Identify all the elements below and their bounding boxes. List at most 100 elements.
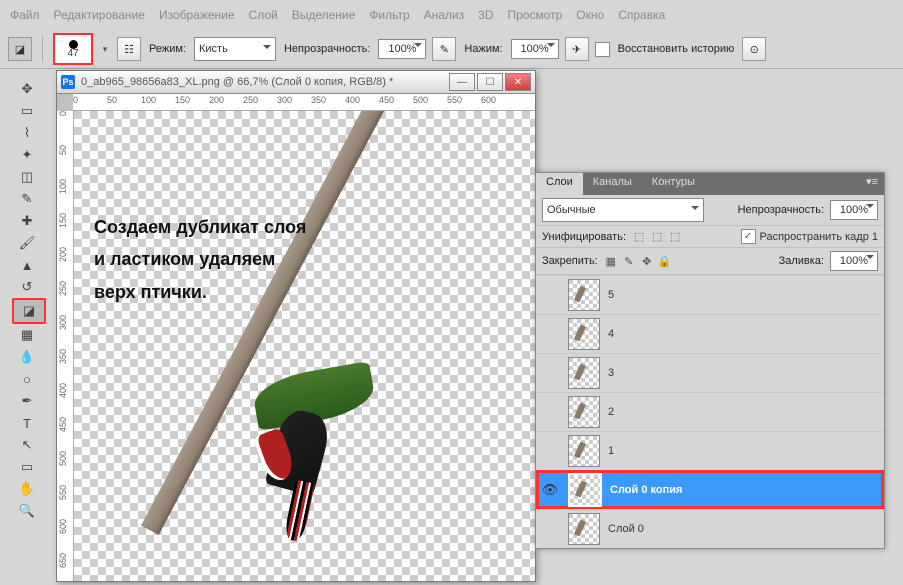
gradient-tool-icon[interactable]: ▦ — [12, 324, 42, 346]
mode-select[interactable]: Кисть — [194, 37, 276, 61]
menu-file[interactable]: Файл — [10, 8, 40, 22]
eyedropper-tool-icon[interactable]: ✎ — [12, 188, 42, 210]
layer-row[interactable]: 3 — [536, 353, 884, 392]
visibility-eye-icon[interactable]: 👁 — [540, 482, 560, 498]
pressure-opacity-icon[interactable]: ✎ — [432, 37, 456, 61]
flow-field[interactable]: 100% — [511, 39, 559, 59]
bird-graphic — [254, 401, 344, 541]
minimize-button[interactable]: — — [449, 73, 475, 91]
fill-field[interactable]: 100% — [830, 251, 878, 271]
menu-image[interactable]: Изображение — [159, 8, 235, 22]
pen-tool-icon[interactable]: ✒ — [12, 390, 42, 412]
menu-analysis[interactable]: Анализ — [424, 8, 465, 22]
layer-thumbnail[interactable] — [568, 318, 600, 350]
brush-dropdown-chevron-icon[interactable]: ▾ — [99, 43, 111, 55]
lock-icons[interactable]: ▦✎✥🔒 — [604, 254, 672, 268]
document-title: 0_ab965_98656a83_XL.png @ 66,7% (Слой 0 … — [81, 76, 393, 88]
stamp-tool-icon[interactable]: ▲ — [12, 254, 42, 276]
close-button[interactable]: ✕ — [505, 73, 531, 91]
layer-name[interactable]: Слой 0 — [608, 523, 644, 535]
wand-tool-icon[interactable]: ✦ — [12, 144, 42, 166]
lasso-tool-icon[interactable]: ⌇ — [12, 122, 42, 144]
mode-label: Режим: — [149, 43, 186, 55]
canvas[interactable]: Создаем дубликат слоя и ластиком удаляем… — [74, 111, 535, 581]
history-brush-tool-icon[interactable]: ↺ — [12, 276, 42, 298]
fill-label: Заливка: — [779, 255, 824, 267]
zoom-tool-icon[interactable]: 🔍 — [12, 500, 42, 522]
options-bar: ◪ 47 ▾ ☷ Режим: Кисть Непрозрачность: 10… — [0, 30, 903, 69]
airbrush-icon[interactable]: ✈ — [565, 37, 589, 61]
layer-row[interactable]: 5 — [536, 275, 884, 314]
brush-preset-picker[interactable]: 47 — [53, 33, 93, 65]
menu-filter[interactable]: Фильтр — [369, 8, 409, 22]
eraser-tool-icon[interactable]: ◪ — [12, 298, 46, 324]
move-tool-icon[interactable]: ✥ — [12, 78, 42, 100]
menu-edit[interactable]: Редактирование — [54, 8, 145, 22]
layer-thumbnail[interactable] — [568, 357, 600, 389]
tab-layers[interactable]: Слои — [536, 173, 583, 195]
layers-list: 5 4 3 2 1 👁 Слой 0 копия Слой 0 — [536, 275, 884, 548]
layer-opacity-field[interactable]: 100% — [830, 200, 878, 220]
layer-name[interactable]: 2 — [608, 406, 614, 418]
menu-help[interactable]: Справка — [618, 8, 665, 22]
layer-thumbnail[interactable] — [568, 279, 600, 311]
layer-name[interactable]: Слой 0 копия — [610, 484, 682, 496]
shape-tool-icon[interactable]: ▭ — [12, 456, 42, 478]
history-checkbox[interactable] — [595, 42, 610, 57]
layer-thumbnail[interactable] — [568, 513, 600, 545]
layer-thumbnail[interactable] — [568, 396, 600, 428]
layer-name[interactable]: 5 — [608, 289, 614, 301]
hand-tool-icon[interactable]: ✋ — [12, 478, 42, 500]
tools-panel: ✥ ▭ ⌇ ✦ ◫ ✎ ✚ 🖌 ▲ ↺ ◪ ▦ 💧 ○ ✒ T ↖ ▭ ✋ 🔍 — [12, 72, 44, 522]
layer-row[interactable]: Слой 0 — [536, 509, 884, 548]
layer-row[interactable]: 4 — [536, 314, 884, 353]
ps-icon: Ps — [61, 75, 75, 89]
crop-tool-icon[interactable]: ◫ — [12, 166, 42, 188]
history-label: Восстановить историю — [618, 43, 735, 55]
propagate-checkbox[interactable]: ✓ — [741, 229, 756, 244]
opacity-field[interactable]: 100% — [378, 39, 426, 59]
layer-row[interactable]: 👁 Слой 0 копия — [536, 470, 884, 509]
current-tool-icon[interactable]: ◪ — [8, 37, 32, 61]
unify-label: Унифицировать: — [542, 231, 626, 243]
ruler-horizontal[interactable]: 050100150200250300350400450500550600 — [73, 94, 535, 111]
heal-tool-icon[interactable]: ✚ — [12, 210, 42, 232]
marquee-tool-icon[interactable]: ▭ — [12, 100, 42, 122]
menu-window[interactable]: Окно — [576, 8, 604, 22]
layer-name[interactable]: 3 — [608, 367, 614, 379]
pressure-size-icon[interactable]: ⊙ — [742, 37, 766, 61]
lock-label: Закрепить: — [542, 255, 598, 267]
blend-mode-select[interactable]: Обычные — [542, 198, 704, 222]
layer-name[interactable]: 1 — [608, 445, 614, 457]
blur-tool-icon[interactable]: 💧 — [12, 346, 42, 368]
panel-tabs: Слои Каналы Контуры ▾≡ — [536, 173, 884, 195]
layer-thumbnail[interactable] — [568, 435, 600, 467]
unify-icons[interactable]: ⬚⬚⬚ — [632, 230, 682, 244]
layer-thumbnail[interactable] — [568, 473, 602, 507]
tab-paths[interactable]: Контуры — [642, 173, 705, 195]
menu-3d[interactable]: 3D — [478, 8, 493, 22]
menu-select[interactable]: Выделение — [292, 8, 356, 22]
menu-view[interactable]: Просмотр — [507, 8, 562, 22]
type-tool-icon[interactable]: T — [12, 412, 42, 434]
layer-name[interactable]: 4 — [608, 328, 614, 340]
opacity-label: Непрозрачность: — [738, 204, 824, 216]
brush-panel-toggle-icon[interactable]: ☷ — [117, 37, 141, 61]
menubar: Файл Редактирование Изображение Слой Выд… — [0, 0, 903, 30]
brush-tool-icon[interactable]: 🖌 — [12, 232, 42, 254]
layer-row[interactable]: 1 — [536, 431, 884, 470]
ruler-vertical[interactable]: 050100150200250300350400450500550600650 — [57, 111, 74, 581]
brush-size-label: 47 — [67, 49, 78, 59]
maximize-button[interactable]: ☐ — [477, 73, 503, 91]
propagate-label: Распространить кадр 1 — [760, 231, 878, 243]
panel-menu-icon[interactable]: ▾≡ — [860, 173, 884, 195]
document-titlebar[interactable]: Ps 0_ab965_98656a83_XL.png @ 66,7% (Слой… — [57, 71, 535, 94]
menu-layer[interactable]: Слой — [249, 8, 278, 22]
flow-label: Нажим: — [464, 43, 502, 55]
tab-channels[interactable]: Каналы — [583, 173, 642, 195]
dodge-tool-icon[interactable]: ○ — [12, 368, 42, 390]
document-window: Ps 0_ab965_98656a83_XL.png @ 66,7% (Слой… — [56, 70, 536, 582]
opacity-label: Непрозрачность: — [284, 43, 370, 55]
path-tool-icon[interactable]: ↖ — [12, 434, 42, 456]
layer-row[interactable]: 2 — [536, 392, 884, 431]
